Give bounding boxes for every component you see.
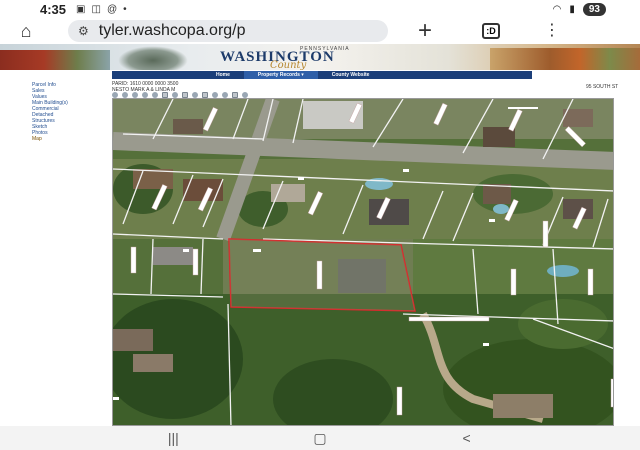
zoom-in-icon[interactable] bbox=[112, 91, 118, 98]
barn-photo bbox=[0, 50, 110, 70]
gallery-icon: ▣ bbox=[76, 3, 86, 15]
previous-extent-icon[interactable] bbox=[212, 91, 218, 98]
android-nav-bar: ||| ▢ < bbox=[0, 426, 640, 450]
battery-level: 93 bbox=[582, 2, 606, 16]
pan-icon[interactable] bbox=[132, 91, 138, 98]
nav-home[interactable]: Home bbox=[202, 71, 244, 79]
help-icon[interactable] bbox=[242, 91, 248, 98]
layers-icon[interactable] bbox=[162, 91, 168, 98]
plus-icon[interactable]: + bbox=[418, 19, 432, 43]
aerial-parcel-map[interactable] bbox=[112, 98, 614, 426]
address-bar[interactable]: ⚙ tyler.washcopa.org/p bbox=[68, 20, 388, 42]
back-icon[interactable]: < bbox=[447, 430, 487, 446]
clear-icon[interactable] bbox=[232, 91, 238, 98]
status-right: ◠ ▮ 93 bbox=[552, 2, 606, 16]
tab-switcher-icon[interactable]: :D bbox=[482, 23, 501, 39]
parcel-address: 95 SOUTH ST bbox=[586, 84, 619, 90]
status-bar: 4:35 ▣ ◫ @ • ◠ ▮ 93 bbox=[0, 0, 640, 18]
sidebar-item-map[interactable]: Map bbox=[28, 136, 108, 142]
buffer-icon[interactable] bbox=[192, 91, 198, 98]
print-icon[interactable] bbox=[202, 91, 208, 98]
url-text[interactable]: tyler.washcopa.org/p bbox=[99, 22, 246, 40]
measure-icon[interactable] bbox=[172, 91, 178, 98]
home-button-icon[interactable]: ▢ bbox=[300, 430, 340, 447]
autumn-trees-photo bbox=[490, 48, 640, 70]
notification-icons: ▣ ◫ @ • bbox=[76, 4, 127, 15]
county-banner: PENNSYLVANIA WASHINGTON County bbox=[0, 44, 640, 70]
browser-toolbar: ⌂ ⚙ tyler.washcopa.org/p + :D ⋮ bbox=[0, 18, 640, 44]
zoom-out-icon[interactable] bbox=[122, 91, 128, 98]
wifi-icon: ◠ bbox=[552, 3, 562, 15]
sidebar: Parcel Info Sales Values Main Building(s… bbox=[28, 82, 108, 422]
map-canvas[interactable] bbox=[113, 99, 614, 426]
kebab-menu-icon[interactable]: ⋮ bbox=[544, 23, 560, 39]
screenshot-icon: ◫ bbox=[91, 3, 101, 15]
home-icon[interactable]: ⌂ bbox=[14, 20, 38, 42]
identify-icon[interactable] bbox=[152, 91, 158, 98]
tree-photo bbox=[118, 46, 188, 70]
dot-icon: • bbox=[123, 3, 127, 15]
select-icon[interactable] bbox=[182, 91, 188, 98]
next-extent-icon[interactable] bbox=[222, 91, 228, 98]
nav-property-records[interactable]: Property Records ▾ bbox=[243, 71, 318, 79]
nav-county-website[interactable]: County Website bbox=[318, 71, 384, 79]
site-nav: Home Property Records ▾ County Website bbox=[112, 71, 532, 79]
map-toolbar bbox=[112, 91, 612, 98]
globe-icon[interactable] bbox=[142, 91, 148, 98]
status-time: 4:35 bbox=[40, 1, 67, 17]
at-sign-icon: @ bbox=[106, 3, 118, 15]
banner-script: County bbox=[270, 60, 307, 70]
recent-apps-icon[interactable]: ||| bbox=[153, 430, 193, 446]
signal-icon: ▮ bbox=[569, 3, 575, 15]
tune-icon[interactable]: ⚙ bbox=[78, 24, 89, 38]
